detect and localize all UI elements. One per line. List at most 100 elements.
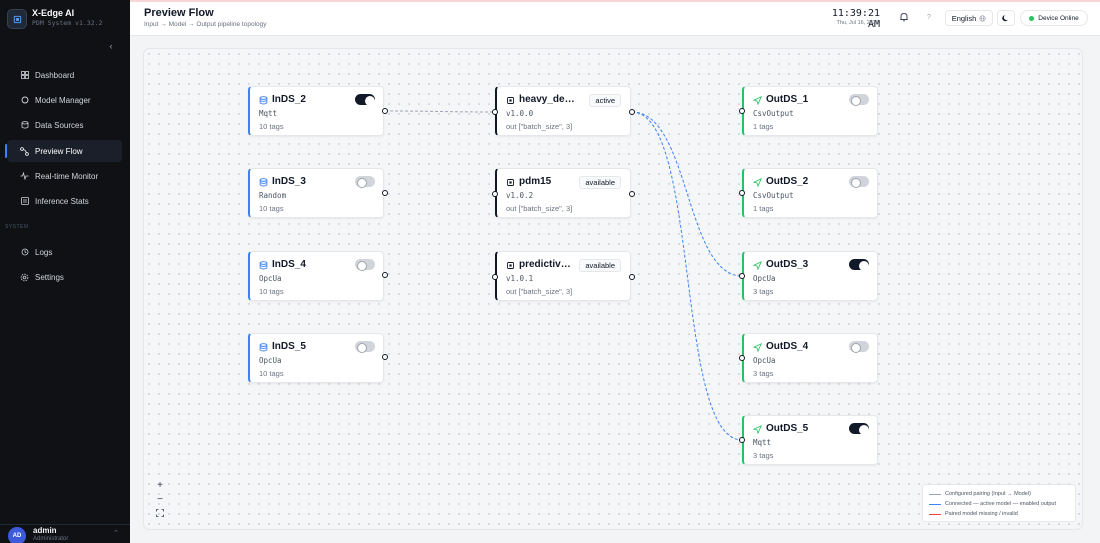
language-label: English <box>951 13 977 23</box>
sidebar-item-realtime-monitor[interactable]: Real-time Monitor <box>7 165 122 187</box>
flow-icon <box>20 146 29 156</box>
sidebar-item-label: Preview Flow <box>35 146 83 156</box>
enable-toggle[interactable] <box>849 423 869 435</box>
output-node-outds3[interactable]: OutDS_3 OpcUa 3 tags <box>742 251 878 301</box>
output-port[interactable] <box>629 274 635 280</box>
enable-toggle[interactable] <box>849 176 869 188</box>
node-tags: 3 tags <box>753 287 774 296</box>
input-port[interactable] <box>739 108 745 114</box>
model-node-predictive-maintenance[interactable]: predictive_maintenance available v1.0.1 … <box>495 251 631 301</box>
node-type: Random <box>259 191 287 200</box>
output-port[interactable] <box>382 190 388 196</box>
node-title: InDS_5 <box>272 341 306 352</box>
node-type: Mqtt <box>753 438 772 447</box>
node-tags: 10 tags <box>259 204 284 213</box>
brand[interactable]: X-Edge AI PDM System v1.32.2 <box>7 8 125 30</box>
database-icon <box>20 121 29 130</box>
sidebar-item-inference-stats[interactable]: Inference Stats <box>7 190 122 212</box>
help-button[interactable]: ? <box>922 10 936 24</box>
node-title: heavy_demo <box>519 94 575 105</box>
list-icon <box>20 197 29 206</box>
sidebar: X-Edge AI PDM System v1.32.2 ‹ Dashboard… <box>0 0 130 543</box>
fit-view-button[interactable] <box>153 506 167 520</box>
sidebar-item-model-manager[interactable]: Model Manager <box>7 89 122 111</box>
zoom-in-button[interactable]: + <box>153 478 167 492</box>
node-type: CsvOutput <box>753 109 794 118</box>
clock-date: Thu, Jul 16, 2026 <box>836 20 879 26</box>
input-port[interactable] <box>739 437 745 443</box>
user-menu[interactable]: AD admin Administrator ⌃ <box>0 524 130 543</box>
legend-swatch <box>929 513 941 515</box>
language-button[interactable]: English <box>945 10 993 26</box>
output-node-outds2[interactable]: OutDS_2 CsvOutput 1 tags <box>742 168 878 218</box>
cpu-icon <box>506 178 515 187</box>
theme-toggle-button[interactable] <box>997 10 1015 26</box>
input-port[interactable] <box>492 191 498 197</box>
input-node-inds3[interactable]: InDS_3 Random 10 tags <box>248 168 384 218</box>
enable-toggle[interactable] <box>355 176 375 188</box>
legend-item: Paired model missing / invalid <box>929 509 1069 519</box>
collapse-sidebar-button[interactable]: ‹ <box>105 40 117 52</box>
legend-swatch <box>929 503 941 505</box>
enable-toggle[interactable] <box>355 94 375 106</box>
output-port[interactable] <box>382 108 388 114</box>
sidebar-item-label: Dashboard <box>35 70 75 80</box>
avatar: AD <box>8 527 26 543</box>
node-title: OutDS_4 <box>766 341 809 352</box>
device-status-label: Device Online <box>1038 14 1079 22</box>
sidebar-item-settings[interactable]: Settings <box>7 266 122 288</box>
output-node-outds5[interactable]: OutDS_5 Mqtt 3 tags <box>742 415 878 465</box>
chevron-up-icon: ⌃ <box>113 530 119 537</box>
database-icon <box>259 178 268 187</box>
node-title: OutDS_1 <box>766 94 809 105</box>
app-title: X-Edge AI <box>32 8 75 18</box>
model-output-shape: out ["batch_size", 3] <box>506 204 573 213</box>
node-type: OpcUa <box>259 274 282 283</box>
node-tags: 1 tags <box>753 204 774 213</box>
input-port[interactable] <box>739 355 745 361</box>
output-port[interactable] <box>382 354 388 360</box>
output-port[interactable] <box>629 191 635 197</box>
sidebar-item-dashboard[interactable]: Dashboard <box>7 64 122 86</box>
model-version: v1.0.2 <box>506 191 534 200</box>
node-tags: 3 tags <box>753 451 774 460</box>
send-icon <box>753 425 762 434</box>
legend-item: Connected — active model — enabled outpu… <box>929 499 1069 509</box>
legend-item: Configured pairing (Input → Model) <box>929 489 1069 499</box>
model-output-shape: out ["batch_size", 3] <box>506 287 573 296</box>
model-status-badge: available <box>579 176 621 189</box>
enable-toggle[interactable] <box>355 341 375 353</box>
sidebar-item-preview-flow[interactable]: Preview Flow <box>5 140 122 162</box>
input-node-inds2[interactable]: InDS_2 Mqtt 10 tags <box>248 86 384 136</box>
notifications-button[interactable] <box>897 10 911 24</box>
input-port[interactable] <box>492 109 498 115</box>
output-port[interactable] <box>629 109 635 115</box>
input-node-inds5[interactable]: InDS_5 OpcUa 10 tags <box>248 333 384 383</box>
zoom-out-button[interactable]: − <box>153 492 167 506</box>
chip-icon <box>7 9 27 29</box>
node-type: OpcUa <box>753 274 776 283</box>
model-node-heavy-demo[interactable]: heavy_demo active v1.0.0 out ["batch_siz… <box>495 86 631 136</box>
output-node-outds1[interactable]: OutDS_1 CsvOutput 1 tags <box>742 86 878 136</box>
enable-toggle[interactable] <box>355 259 375 271</box>
input-node-inds4[interactable]: InDS_4 OpcUa 10 tags <box>248 251 384 301</box>
fit-view-icon <box>156 509 164 517</box>
model-node-pdm15[interactable]: pdm15 available v1.0.2 out ["batch_size"… <box>495 168 631 218</box>
output-port[interactable] <box>382 272 388 278</box>
enable-toggle[interactable] <box>849 259 869 271</box>
output-node-outds4[interactable]: OutDS_4 OpcUa 3 tags <box>742 333 878 383</box>
sidebar-item-logs[interactable]: Logs <box>7 241 122 263</box>
enable-toggle[interactable] <box>849 94 869 106</box>
input-port[interactable] <box>492 274 498 280</box>
input-port[interactable] <box>739 190 745 196</box>
node-title: OutDS_5 <box>766 423 809 434</box>
node-title: InDS_3 <box>272 176 306 187</box>
circle-icon <box>20 96 29 105</box>
enable-toggle[interactable] <box>849 341 869 353</box>
node-title: OutDS_3 <box>766 259 809 270</box>
sidebar-item-data-sources[interactable]: Data Sources <box>7 114 122 136</box>
input-port[interactable] <box>739 273 745 279</box>
node-type: CsvOutput <box>753 191 794 200</box>
gear-icon <box>20 273 29 282</box>
device-status-badge: Device Online <box>1020 10 1088 26</box>
